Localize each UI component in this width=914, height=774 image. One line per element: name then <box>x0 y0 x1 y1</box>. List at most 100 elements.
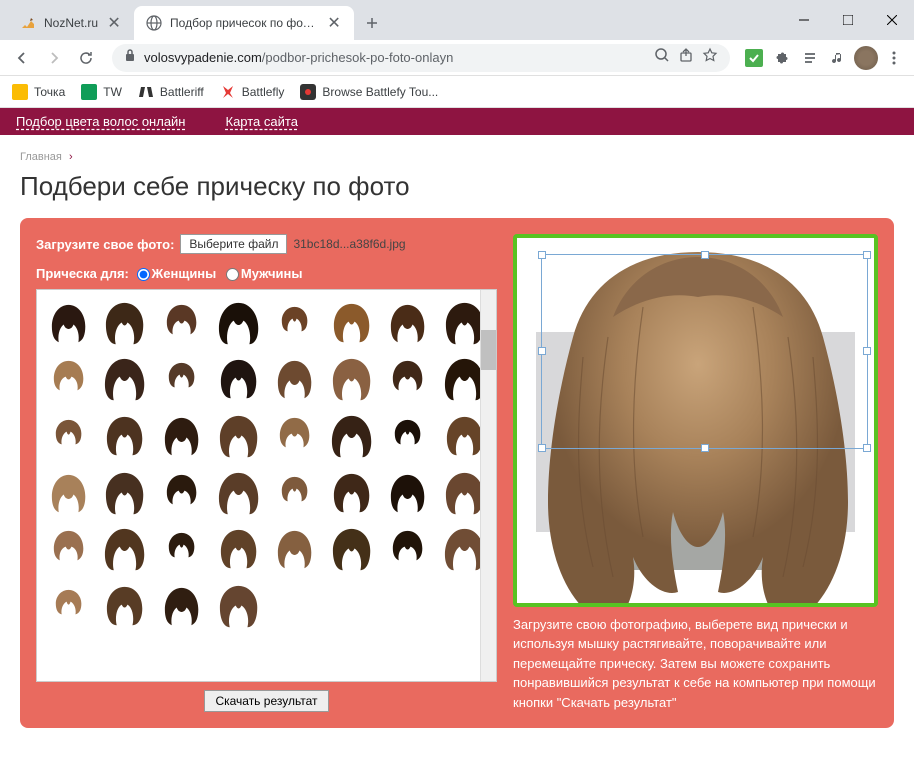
minimize-button[interactable] <box>782 5 826 35</box>
site-nav: Подбор цвета волос онлайн Карта сайта <box>0 108 914 135</box>
gender-women-radio[interactable] <box>137 268 150 281</box>
maximize-button[interactable] <box>826 5 870 35</box>
hair-thumbnail[interactable] <box>381 407 436 462</box>
hair-thumbnail[interactable] <box>211 464 266 519</box>
ext-check-icon[interactable] <box>742 46 766 70</box>
hair-thumbnail[interactable] <box>211 407 266 462</box>
right-column: Загрузите свою фотографию, выберете вид … <box>513 234 878 712</box>
hair-thumbnail[interactable] <box>41 351 96 406</box>
hair-grid <box>37 290 496 636</box>
breadcrumb: Главная › <box>0 135 914 171</box>
scrollbar[interactable] <box>480 290 496 681</box>
app-panel: Загрузите свое фото: Выберите файл 31bc1… <box>20 218 894 728</box>
resize-handle[interactable] <box>538 251 546 259</box>
hair-thumbnail[interactable] <box>98 407 153 462</box>
hair-thumbnail[interactable] <box>381 351 436 406</box>
hair-thumbnail[interactable] <box>154 521 209 576</box>
forward-button[interactable] <box>40 44 68 72</box>
hair-thumbnail[interactable] <box>268 407 323 462</box>
filename-text: 31bc18d...a38f6d.jpg <box>293 237 405 251</box>
tab-inactive[interactable]: NozNet.ru ✕ <box>8 6 134 40</box>
file-select-button[interactable]: Выберите файл <box>180 234 287 254</box>
music-icon[interactable] <box>826 46 850 70</box>
tabs-area: NozNet.ru ✕ Подбор причесок по фото онла… <box>0 0 386 40</box>
bookmark-item[interactable]: Точка <box>12 84 65 100</box>
hair-thumbnail[interactable] <box>268 294 323 349</box>
hair-thumbnail[interactable] <box>154 407 209 462</box>
puzzle-icon[interactable] <box>770 46 794 70</box>
hair-thumbnail[interactable] <box>211 577 266 632</box>
list-icon[interactable] <box>798 46 822 70</box>
gender-label: Прическа для: <box>36 266 129 281</box>
bookmark-item[interactable]: TW <box>81 84 122 100</box>
tab-active[interactable]: Подбор причесок по фото онла ✕ <box>134 6 354 40</box>
hair-thumbnail[interactable] <box>211 521 266 576</box>
resize-handle[interactable] <box>538 347 546 355</box>
hair-thumbnail[interactable] <box>324 351 379 406</box>
hair-thumbnail[interactable] <box>268 464 323 519</box>
hair-thumbnail[interactable] <box>98 464 153 519</box>
share-icon[interactable] <box>678 47 694 68</box>
bookmark-item[interactable]: Battlefly <box>220 84 285 100</box>
hair-thumbnail[interactable] <box>41 294 96 349</box>
hair-thumbnail[interactable] <box>324 464 379 519</box>
search-icon[interactable] <box>654 47 670 68</box>
reload-button[interactable] <box>72 44 100 72</box>
extensions-area <box>742 46 906 70</box>
hair-thumbnail[interactable] <box>268 521 323 576</box>
hair-thumbnail[interactable] <box>98 521 153 576</box>
download-button[interactable]: Скачать результат <box>204 690 328 712</box>
hair-thumbnail[interactable] <box>211 294 266 349</box>
hair-thumbnail[interactable] <box>154 294 209 349</box>
resize-handle[interactable] <box>863 251 871 259</box>
hair-thumbnail[interactable] <box>268 351 323 406</box>
page-content: Подбор цвета волос онлайн Карта сайта Гл… <box>0 108 914 774</box>
address-bar[interactable]: volosvypadenie.com/podbor-prichesok-po-f… <box>112 44 730 72</box>
hair-thumbnail[interactable] <box>41 464 96 519</box>
hair-thumbnail[interactable] <box>211 351 266 406</box>
hair-thumbnail[interactable] <box>98 351 153 406</box>
gender-row: Прическа для: Женщины Мужчины <box>36 266 497 281</box>
hair-thumbnail[interactable] <box>41 407 96 462</box>
nav-link[interactable]: Подбор цвета волос онлайн <box>16 114 186 129</box>
hair-thumbnail[interactable] <box>324 521 379 576</box>
close-icon[interactable]: ✕ <box>106 15 122 31</box>
tab-title: Подбор причесок по фото онла <box>170 16 318 30</box>
hair-thumbnail[interactable] <box>154 351 209 406</box>
star-icon[interactable] <box>702 47 718 68</box>
menu-icon[interactable] <box>882 46 906 70</box>
hair-thumbnail[interactable] <box>98 294 153 349</box>
hair-thumbnail[interactable] <box>154 464 209 519</box>
upload-label: Загрузите свое фото: <box>36 237 174 252</box>
resize-handle[interactable] <box>863 444 871 452</box>
bookmark-item[interactable]: Browse Battlefy Tou... <box>300 84 438 100</box>
page-title: Подбери себе прическу по фото <box>0 171 914 218</box>
hair-thumbnail[interactable] <box>324 294 379 349</box>
lock-icon <box>124 48 136 67</box>
resize-handle[interactable] <box>863 347 871 355</box>
new-tab-button[interactable] <box>358 9 386 37</box>
preview-box[interactable] <box>513 234 878 607</box>
close-icon[interactable]: ✕ <box>326 15 342 31</box>
nav-link[interactable]: Карта сайта <box>226 114 298 129</box>
hair-thumbnail[interactable] <box>381 464 436 519</box>
hair-thumbnail[interactable] <box>154 577 209 632</box>
avatar[interactable] <box>854 46 878 70</box>
bookmark-item[interactable]: Battleriff <box>138 84 204 100</box>
hair-thumbnail[interactable] <box>41 521 96 576</box>
back-button[interactable] <box>8 44 36 72</box>
hair-thumbnail[interactable] <box>98 577 153 632</box>
resize-handle[interactable] <box>701 251 709 259</box>
close-button[interactable] <box>870 5 914 35</box>
breadcrumb-home[interactable]: Главная <box>20 151 62 163</box>
hair-thumbnail[interactable] <box>41 577 96 632</box>
resize-handle[interactable] <box>538 444 546 452</box>
scrollbar-thumb[interactable] <box>481 330 496 370</box>
bookmark-icon <box>138 84 154 100</box>
selection-rect[interactable] <box>541 254 868 449</box>
gender-men-radio[interactable] <box>226 268 239 281</box>
resize-handle[interactable] <box>701 444 709 452</box>
hair-thumbnail[interactable] <box>381 521 436 576</box>
hair-thumbnail[interactable] <box>324 407 379 462</box>
hair-thumbnail[interactable] <box>381 294 436 349</box>
